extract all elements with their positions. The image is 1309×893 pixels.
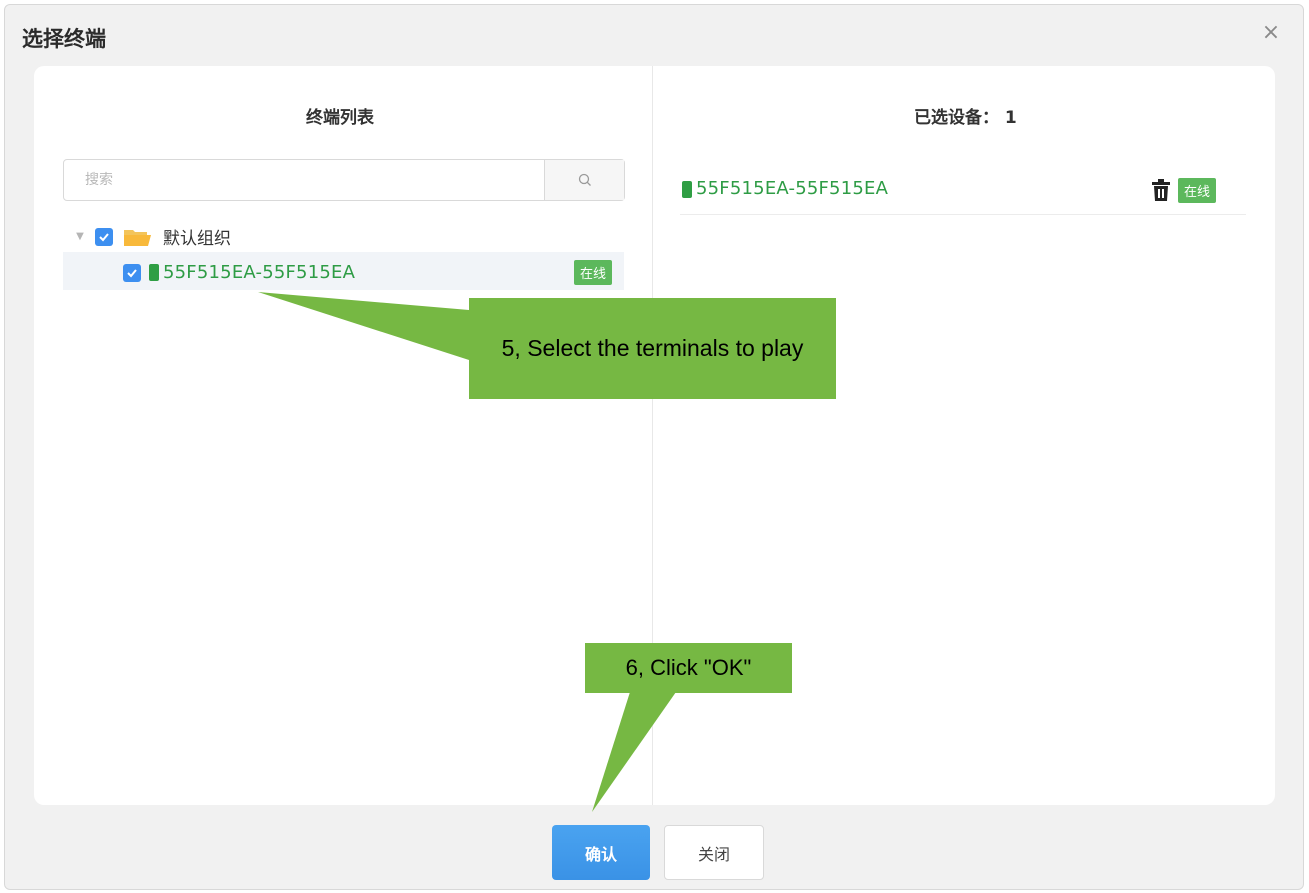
group-checkbox[interactable] [95,227,113,246]
annotation-step5: 5, Select the terminals to play [469,298,836,399]
online-status-badge: 在线 [573,260,612,285]
search-icon [578,173,591,186]
checkmark-icon [99,232,109,241]
content-panel: 终端列表 已选设备： 1 ▼ 默认组织 [34,66,1275,805]
ok-button[interactable]: 确认 [552,825,650,880]
group-label: 默认组织 [163,229,231,249]
close-icon[interactable]: × [1259,21,1283,45]
folder-open-icon [124,229,151,246]
column-divider [652,66,653,805]
annotation-step6: 6, Click "OK" [585,643,792,693]
search-box [63,159,625,201]
selected-device-name: 55F515EA-55F515EA [696,178,889,199]
selected-devices-label: 已选设备： [914,108,999,128]
terminal-chip-icon [149,264,159,281]
terminal-list-title: 终端列表 [306,108,374,128]
device-tree-item[interactable]: 55F515EA-55F515EA 在线 [63,252,624,290]
device-name: 55F515EA-55F515EA [163,262,356,283]
search-input[interactable] [64,160,544,200]
checkmark-icon [127,268,137,277]
trash-icon[interactable] [1151,179,1171,201]
device-checkbox[interactable] [123,263,141,282]
terminal-chip-icon [682,181,692,198]
device-row-content: 55F515EA-55F515EA [123,262,355,283]
selected-device-item: 55F515EA-55F515EA 在线 [680,165,1246,215]
tree-group-row[interactable]: ▼ 默认组织 [73,224,231,249]
select-terminal-dialog: 选择终端 × 终端列表 已选设备： 1 ▼ [4,4,1304,890]
selected-devices-count: 1 [1004,108,1017,128]
online-status-badge: 在线 [1178,178,1217,203]
search-button[interactable] [544,160,624,200]
selected-devices-title: 已选设备： 1 [914,103,1017,128]
expand-caret-icon[interactable]: ▼ [73,231,87,242]
close-button[interactable]: 关闭 [664,825,764,880]
dialog-title: 选择终端 [22,27,106,51]
